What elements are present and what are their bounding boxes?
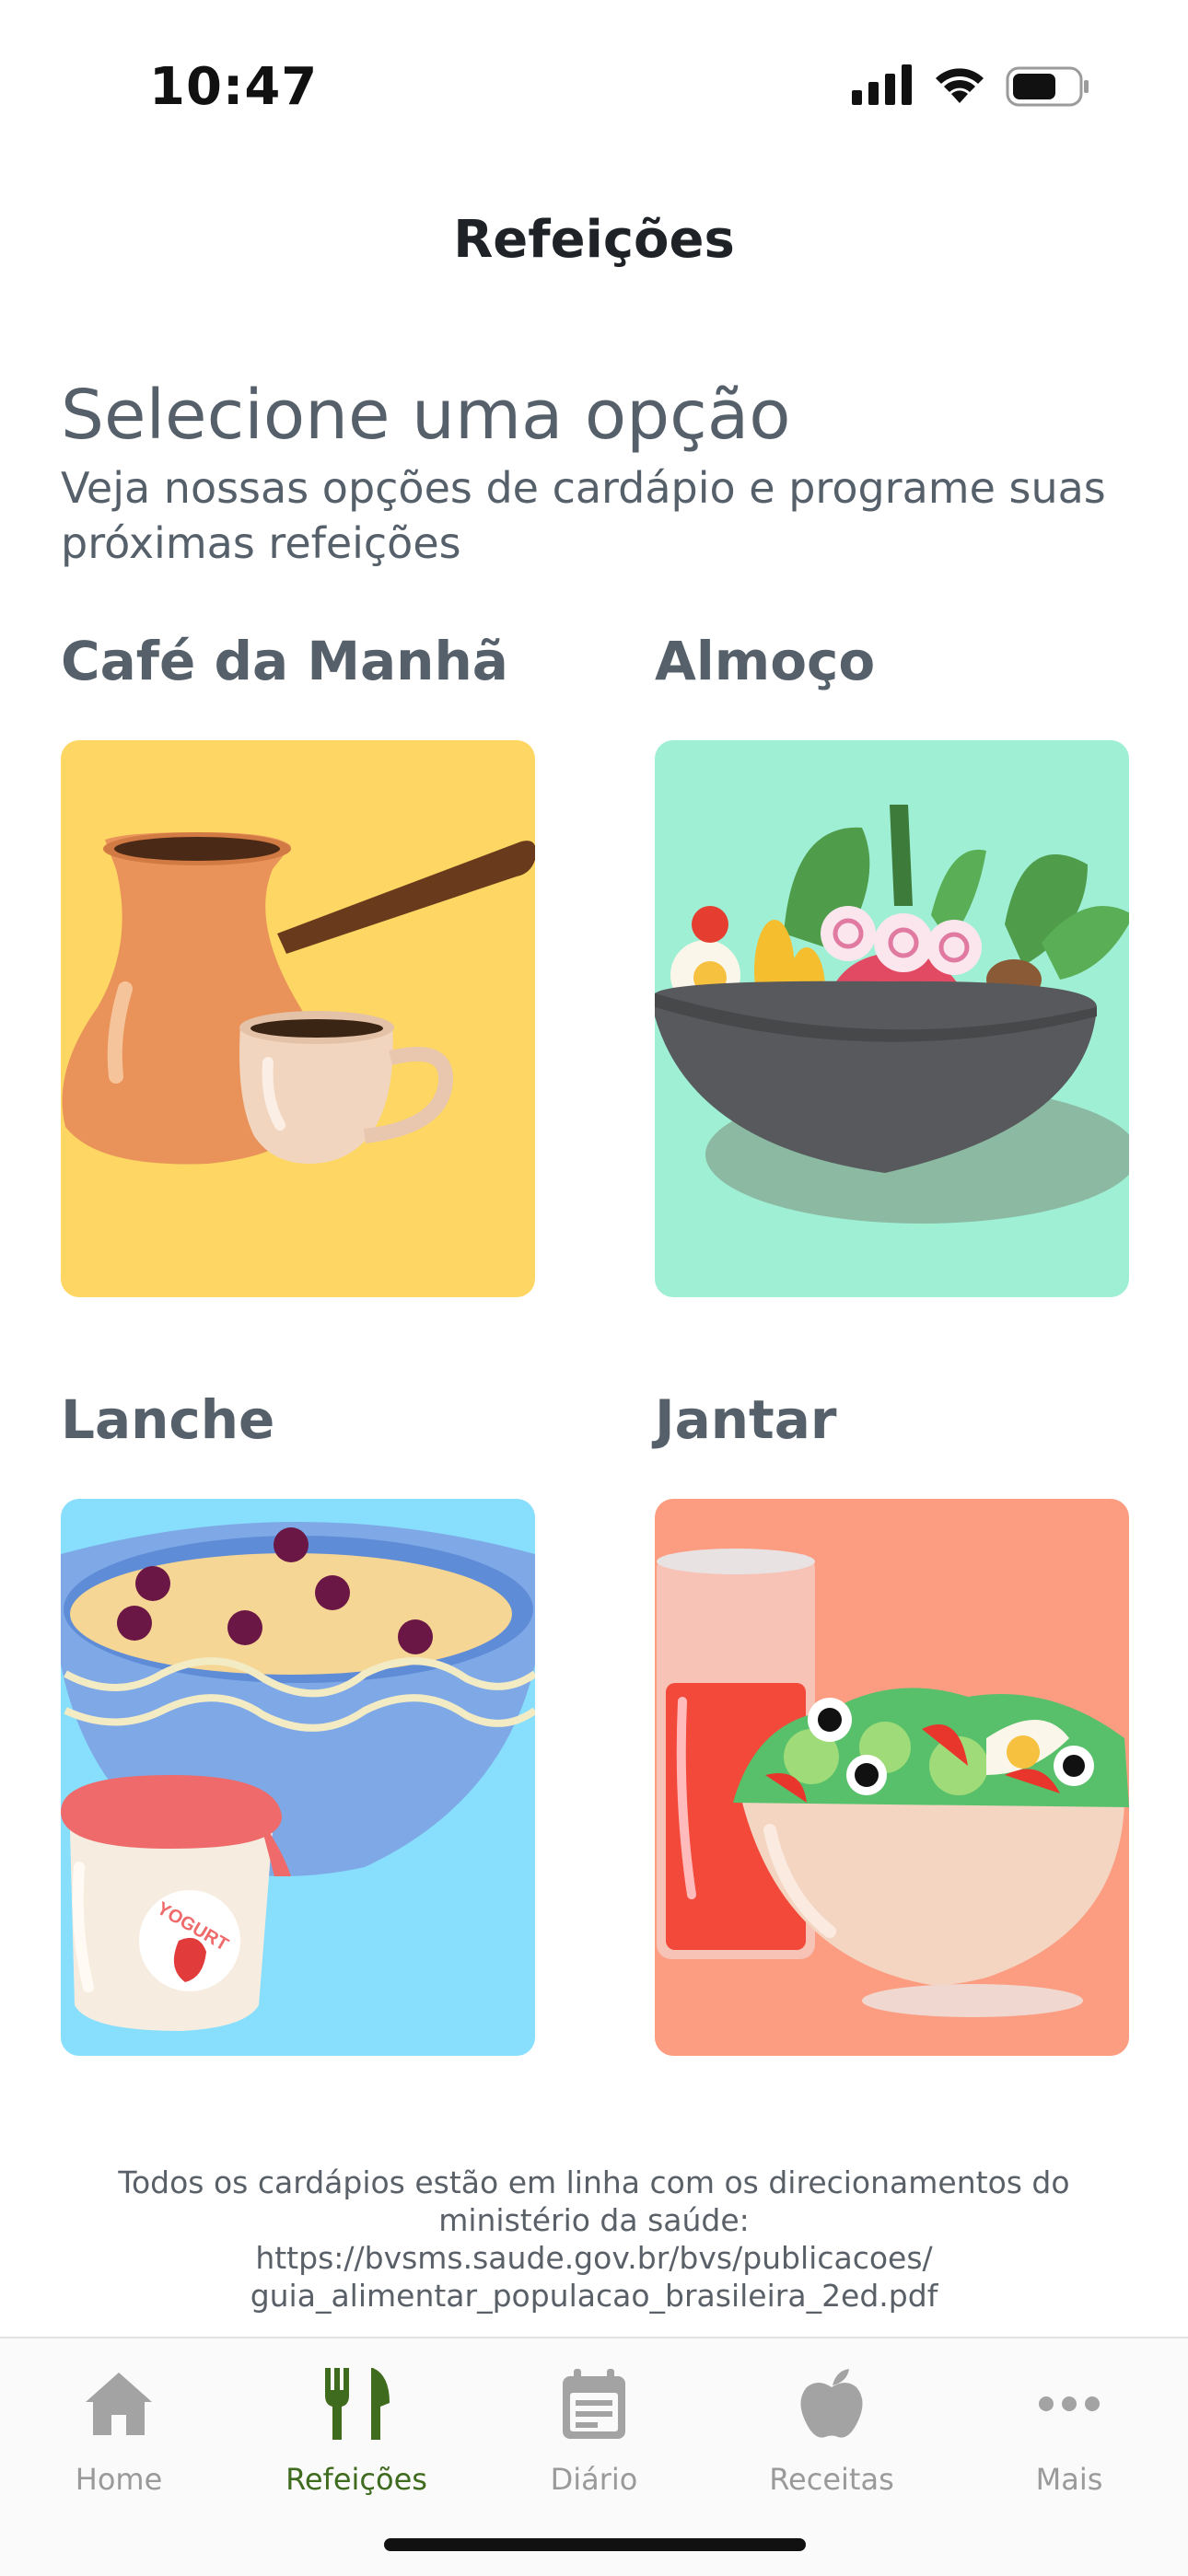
meal-card-snack[interactable]: YOGURT [61, 1499, 535, 2056]
apple-icon [713, 2364, 950, 2443]
home-indicator [384, 2538, 806, 2551]
tab-label-mais: Mais [1035, 2462, 1103, 2497]
tab-mais[interactable]: Mais [950, 2338, 1188, 2497]
home-icon [0, 2364, 238, 2443]
wifi-icon [932, 63, 987, 110]
tab-home[interactable]: Home [0, 2338, 238, 2497]
breakfast-illustration [62, 832, 535, 1165]
calendar-icon [475, 2364, 713, 2443]
tab-label-diario: Diário [550, 2462, 638, 2497]
section-heading: Selecione uma opção [61, 376, 791, 455]
tab-label-home: Home [75, 2462, 163, 2497]
tab-refeicoes[interactable]: Refeições [238, 2338, 475, 2497]
tab-label-refeicoes: Refeições [285, 2462, 427, 2497]
fork-knife-icon [238, 2364, 475, 2443]
battery-icon [1006, 66, 1090, 111]
guidelines-note: Todos os cardápios estão em linha com os… [74, 2164, 1114, 2315]
meal-card-breakfast[interactable] [61, 740, 535, 1297]
dinner-illustration [657, 1549, 1129, 2017]
signal-icon [852, 64, 913, 110]
guidelines-link[interactable]: https://bvsms.saude.gov.br/bvs/publicaco… [74, 2239, 1114, 2315]
meal-label-snack[interactable]: Lanche [61, 1388, 274, 1451]
tab-receitas[interactable]: Receitas [713, 2338, 950, 2497]
tab-label-receitas: Receitas [769, 2462, 894, 2497]
meal-label-dinner[interactable]: Jantar [655, 1388, 836, 1451]
lunch-illustration [655, 805, 1129, 1224]
guidelines-text: Todos os cardápios estão em linha com os… [118, 2164, 1070, 2238]
section-subheading: Veja nossas opções de cardápio e program… [61, 463, 1106, 568]
meal-label-breakfast[interactable]: Café da Manhã [61, 630, 508, 692]
page-title: Refeições [453, 210, 735, 270]
snack-illustration: YOGURT [61, 1522, 535, 2031]
more-icon [950, 2364, 1188, 2443]
tab-diario[interactable]: Diário [475, 2338, 713, 2497]
meal-label-lunch[interactable]: Almoço [655, 630, 875, 692]
meal-card-dinner[interactable] [655, 1499, 1129, 2056]
status-time: 10:47 [149, 57, 319, 117]
meal-card-lunch[interactable] [655, 740, 1129, 1297]
